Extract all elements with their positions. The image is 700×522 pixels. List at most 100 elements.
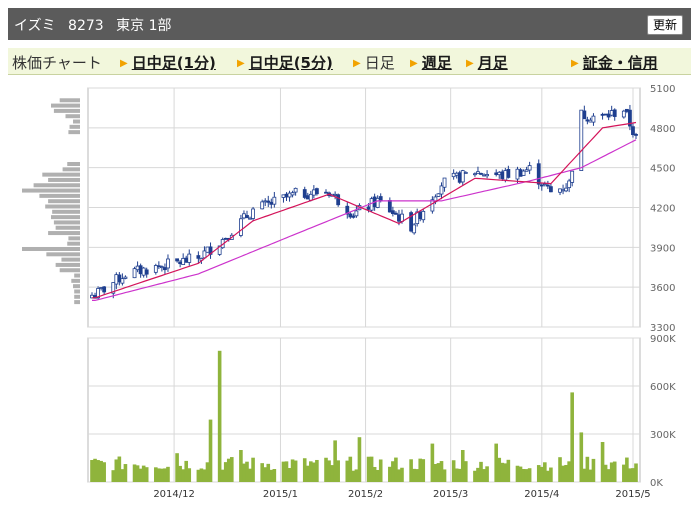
candle-body bbox=[527, 165, 532, 171]
volume-profile-bar bbox=[68, 236, 80, 241]
candle-body bbox=[120, 278, 125, 284]
candle-body bbox=[515, 168, 520, 180]
candle-body bbox=[494, 172, 499, 175]
candle-body bbox=[144, 269, 149, 275]
tab-label: 日中足(5分) bbox=[248, 54, 333, 72]
price-tick-label: 4500 bbox=[650, 164, 675, 175]
volume-profile-bar bbox=[48, 199, 80, 204]
candle-body bbox=[600, 113, 605, 116]
candle-body bbox=[485, 174, 489, 177]
candle-body bbox=[585, 119, 590, 122]
volume-tick-label: 0K bbox=[650, 478, 663, 489]
volume-bar bbox=[464, 461, 468, 482]
volume-plot-frame bbox=[87, 337, 641, 483]
candle-body bbox=[202, 250, 207, 259]
candle-body bbox=[612, 109, 617, 117]
volume-profile-bar bbox=[46, 252, 80, 257]
volume-profile-bar bbox=[73, 284, 80, 289]
candle-body bbox=[308, 193, 313, 201]
candle-body bbox=[624, 108, 629, 112]
volume-profile-bar bbox=[55, 262, 80, 267]
candle-body bbox=[542, 183, 547, 186]
candle-body bbox=[631, 126, 635, 136]
volume-bar bbox=[229, 457, 234, 482]
volume-profile-bar bbox=[59, 268, 80, 273]
tab-2[interactable]: ▶ 日中足(5分) bbox=[237, 52, 333, 73]
refresh-button[interactable]: 更新 bbox=[646, 15, 683, 35]
volume-bar bbox=[357, 437, 362, 482]
volume-bar bbox=[612, 461, 617, 482]
candle-body bbox=[378, 196, 383, 202]
candle-body bbox=[473, 173, 477, 176]
candle-body bbox=[421, 210, 426, 221]
candle-body bbox=[99, 287, 104, 289]
candle-body bbox=[348, 213, 353, 218]
candle-body bbox=[123, 276, 128, 279]
candle-body bbox=[634, 133, 638, 136]
candle-body bbox=[390, 210, 395, 215]
candle-body bbox=[248, 217, 252, 220]
volume-profile-bar bbox=[61, 257, 80, 262]
stock-chart: 3300 3600 3900 4200 4500 4800 5100 0K 300K 600K 90… bbox=[22, 84, 676, 500]
stock-code: 8273 bbox=[68, 18, 104, 34]
volume-bar bbox=[634, 463, 638, 482]
volume-profile-bar bbox=[22, 188, 80, 193]
candle-body bbox=[354, 210, 359, 217]
volume-bar bbox=[400, 467, 404, 482]
tab-1[interactable]: ▶ 日中足(1分) bbox=[120, 52, 216, 73]
candle-body bbox=[269, 201, 274, 205]
candle-body bbox=[591, 115, 596, 123]
volume-bar bbox=[187, 468, 192, 482]
tab-6[interactable]: ▶ 証金・信用 bbox=[571, 52, 658, 73]
candle-body bbox=[418, 211, 423, 220]
candle-body bbox=[114, 274, 119, 285]
candle-body bbox=[351, 215, 356, 218]
candle-body bbox=[442, 177, 447, 188]
candle-body bbox=[457, 172, 462, 183]
volume-bar bbox=[315, 459, 319, 482]
candle-body bbox=[242, 213, 246, 219]
volume-profile-bar bbox=[52, 209, 80, 214]
candle-body bbox=[102, 286, 107, 293]
volume-profile-bar bbox=[42, 172, 80, 177]
candle-body bbox=[245, 215, 249, 219]
arrow-icon: ▶ bbox=[120, 58, 128, 69]
volume-profile-bar bbox=[53, 108, 80, 113]
candle-body bbox=[260, 201, 265, 210]
candle-body bbox=[311, 189, 316, 196]
volume-bar bbox=[144, 467, 149, 482]
candle-body bbox=[175, 258, 179, 262]
candle-body bbox=[324, 191, 328, 194]
stock-title: イズミ 8273 東京 1部 bbox=[14, 15, 180, 35]
tab-5[interactable]: ▶ 月足 bbox=[466, 52, 508, 73]
candle-body bbox=[506, 169, 511, 178]
volume-bar bbox=[591, 458, 596, 482]
candle-body bbox=[436, 193, 441, 197]
tab-3[interactable]: ▶ 日足 bbox=[353, 52, 395, 73]
candle-body bbox=[196, 255, 201, 259]
candle-body bbox=[397, 214, 401, 222]
candle-body bbox=[314, 188, 319, 195]
volume-profile-bar bbox=[74, 289, 80, 294]
candle-body bbox=[284, 193, 289, 198]
volume-profile-bar bbox=[48, 177, 80, 182]
candle-body bbox=[503, 170, 508, 181]
volume-profile-bar bbox=[51, 103, 80, 108]
candle-body bbox=[570, 170, 575, 183]
volume-profile-bar bbox=[62, 167, 80, 172]
tab-label: 日足 bbox=[364, 54, 395, 72]
candle-body bbox=[375, 197, 380, 208]
volume-profile-bar bbox=[39, 193, 80, 198]
candle-body bbox=[369, 198, 374, 211]
volume-bar bbox=[549, 467, 553, 482]
tab-4[interactable]: ▶ 週足 bbox=[410, 52, 452, 73]
candle-body bbox=[561, 189, 565, 192]
price-tick-label: 5100 bbox=[650, 84, 675, 95]
tab-label: 証金・信用 bbox=[582, 54, 658, 72]
volume-profile-bar bbox=[45, 204, 80, 209]
chart-tabs: 株価チャート ▶ 日中足(1分) ▶ 日中足(5分) ▶ 日足 ▶ 週足 ▶ 月足 ▶ 証金・信用 bbox=[8, 48, 691, 75]
volume-profile-bar bbox=[74, 294, 80, 299]
candle-body bbox=[187, 253, 192, 263]
candle-body bbox=[518, 169, 523, 177]
candle-body bbox=[451, 172, 456, 178]
